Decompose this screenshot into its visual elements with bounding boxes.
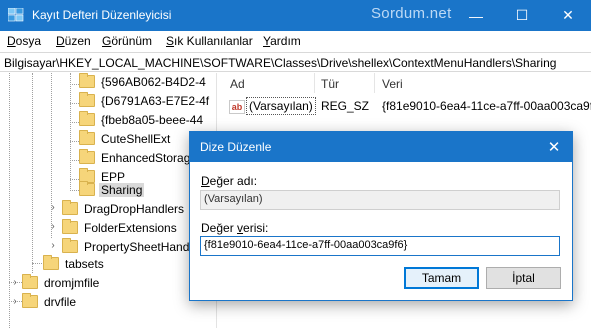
tree-connector — [51, 73, 52, 238]
tree-connector — [32, 73, 33, 273]
address-bar[interactable]: Bilgisayar\HKEY_LOCAL_MACHINE\SOFTWARE\C… — [0, 52, 591, 72]
tree-connector — [70, 103, 79, 104]
tree-connector — [9, 73, 10, 328]
folder-icon — [62, 238, 78, 253]
column-separator[interactable] — [374, 73, 375, 93]
window-title: Kayıt Defteri Düzenleyicisi — [32, 8, 172, 22]
registry-app-icon — [8, 8, 24, 22]
expand-chevron-icon[interactable]: › — [48, 203, 58, 213]
maximize-icon: ☐ — [515, 7, 529, 23]
dialog-close-button[interactable]: ✕ — [536, 132, 572, 162]
tree-connector — [70, 179, 79, 180]
value-name-label: Değer adı: — [201, 174, 258, 188]
cancel-button[interactable]: İptal — [486, 267, 561, 289]
minimize-icon: — — [469, 7, 483, 24]
folder-icon — [79, 73, 95, 88]
menu-gorunum[interactable]: Görünüm — [102, 34, 152, 48]
expand-chevron-icon[interactable]: › — [48, 222, 58, 232]
tree-connector — [70, 73, 71, 191]
close-icon: ✕ — [547, 139, 561, 156]
value-data-cell[interactable]: {f81e9010-6ea4-11ce-a7ff-00aa003ca9f6} — [382, 99, 591, 113]
tree-connector — [70, 84, 79, 85]
window-titlebar[interactable]: Kayıt Defteri Düzenleyicisi Sordum.net —… — [0, 0, 591, 31]
column-header-type[interactable]: Tür — [321, 77, 339, 91]
folder-icon — [79, 181, 95, 196]
string-value-icon: ab — [229, 100, 245, 114]
column-separator[interactable] — [314, 73, 315, 93]
value-name-field: (Varsayılan) — [200, 190, 560, 210]
value-data-label: Değer verisi: — [201, 221, 269, 235]
folder-icon — [79, 149, 95, 164]
key-tree-pane[interactable]: {596AB062-B4D2-4 {D6791A63-E7E2-4f {fbeb… — [0, 73, 217, 328]
menu-yardim[interactable]: Yardım — [263, 34, 301, 48]
folder-icon — [22, 293, 38, 308]
tree-connector — [70, 141, 79, 142]
menu-dosya[interactable]: Dosya — [7, 34, 41, 48]
address-path: Bilgisayar\HKEY_LOCAL_MACHINE\SOFTWARE\C… — [4, 56, 557, 70]
expand-chevron-icon[interactable]: › — [48, 241, 58, 251]
dialog-title: Dize Düzenle — [200, 140, 272, 154]
close-button[interactable]: ✕ — [545, 0, 591, 31]
folder-icon — [79, 111, 95, 126]
column-header-name[interactable]: Ad — [230, 77, 245, 91]
menu-duzen[interactable]: Düzen — [56, 34, 91, 48]
dialog-titlebar[interactable]: Dize Düzenle ✕ — [190, 132, 572, 162]
tree-connector — [70, 190, 79, 191]
edit-string-dialog: Dize Düzenle ✕ Değer adı: (Varsayılan) D… — [189, 131, 573, 301]
folder-icon — [43, 255, 59, 270]
tree-connector — [32, 263, 42, 264]
tree-connector — [70, 122, 79, 123]
folder-icon — [79, 92, 95, 107]
watermark-text: Sordum.net — [371, 5, 452, 22]
menu-bar: Dosya Düzen Görünüm Sık Kullanılanlar Ya… — [0, 31, 591, 51]
value-name-cell[interactable]: (Varsayılan) — [246, 97, 316, 115]
value-data-input[interactable]: {f81e9010-6ea4-11ce-a7ff-00aa003ca9f6} — [200, 236, 560, 256]
folder-icon — [79, 130, 95, 145]
folder-icon — [62, 219, 78, 234]
folder-icon — [22, 274, 38, 289]
expand-chevron-icon[interactable]: › — [10, 297, 20, 307]
ok-button[interactable]: Tamam — [404, 267, 479, 289]
close-icon: ✕ — [562, 7, 574, 23]
value-type-cell[interactable]: REG_SZ — [321, 99, 369, 113]
minimize-button[interactable]: — — [453, 0, 499, 31]
expand-chevron-icon[interactable]: › — [10, 278, 20, 288]
column-header-data[interactable]: Veri — [382, 77, 403, 91]
maximize-button[interactable]: ☐ — [499, 0, 545, 31]
folder-icon — [62, 200, 78, 215]
menu-sik-kullanilanlar[interactable]: Sık Kullanılanlar — [166, 34, 253, 48]
tree-connector — [70, 160, 79, 161]
